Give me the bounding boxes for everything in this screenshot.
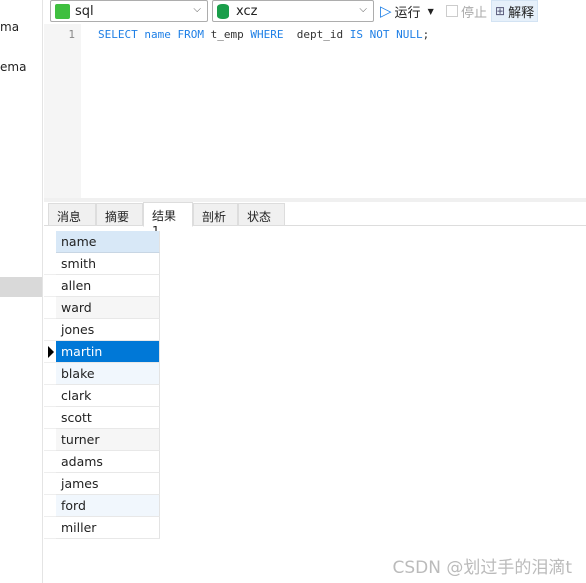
row-indicator <box>44 341 56 363</box>
column-header-name[interactable]: name <box>56 231 160 253</box>
table-row[interactable]: allen <box>44 275 160 297</box>
table-row[interactable]: scott <box>44 407 160 429</box>
cell-name[interactable]: scott <box>56 407 160 429</box>
sql-token: SELECT <box>98 28 138 41</box>
table-row[interactable]: ford <box>44 495 160 517</box>
cell-name[interactable]: martin <box>56 341 160 363</box>
tab-2[interactable]: 结果 1 <box>143 202 193 238</box>
database-value: xcz <box>236 3 258 19</box>
cell-name[interactable]: ford <box>56 495 160 517</box>
tab-0[interactable]: 消息 <box>48 203 96 226</box>
current-row-arrow-icon <box>48 346 54 358</box>
row-indicator <box>44 319 56 341</box>
column-header-row: name <box>44 231 160 253</box>
row-indicator <box>44 385 56 407</box>
row-indicator <box>44 429 56 451</box>
cell-name[interactable]: turner <box>56 429 160 451</box>
sql-token: WHERE <box>250 28 284 41</box>
connection-value: sql <box>75 3 94 19</box>
result-grid[interactable]: name smith allen ward jones martin blake clark… <box>44 231 160 539</box>
table-row[interactable]: ward <box>44 297 160 319</box>
run-label: 运行 <box>394 5 421 21</box>
sql-token: name <box>144 28 171 41</box>
row-indicator <box>44 275 56 297</box>
query-toolbar: sql ⌵ xcz ⌵ ▷ 运行 ▼ 停止 ⊞ 解释 <box>44 0 586 24</box>
table-row[interactable]: jones <box>44 319 160 341</box>
row-indicator <box>44 451 56 473</box>
chevron-down-icon: ⌵ <box>359 4 367 15</box>
row-indicator <box>44 363 56 385</box>
tab-3[interactable]: 剖析 <box>193 203 238 226</box>
row-indicator <box>44 473 56 495</box>
row-indicator <box>44 517 56 539</box>
explain-button[interactable]: ⊞ 解释 <box>491 0 539 22</box>
tab-4[interactable]: 状态 <box>238 203 285 226</box>
play-icon: ▷ <box>380 2 392 20</box>
sql-token: ; <box>422 28 430 41</box>
sidebar-item[interactable]: ema <box>0 60 26 74</box>
stop-label: 停止 <box>461 5 488 21</box>
cell-name[interactable]: blake <box>56 363 160 385</box>
cell-name[interactable]: jones <box>56 319 160 341</box>
cell-name[interactable]: smith <box>56 253 160 275</box>
sql-token: IS <box>349 28 363 41</box>
result-tabs: 消息摘要结果 1剖析状态 <box>44 202 586 238</box>
sql-token: NOT <box>369 28 390 41</box>
sql-token: FROM <box>177 28 205 41</box>
row-indicator <box>44 495 56 517</box>
row-indicator <box>44 253 56 275</box>
stop-button[interactable]: 停止 <box>446 0 487 22</box>
connection-select[interactable]: sql ⌵ <box>50 0 208 22</box>
explain-icon: ⊞ <box>495 4 506 18</box>
cell-name[interactable]: allen <box>56 275 160 297</box>
table-row[interactable]: smith <box>44 253 160 275</box>
object-sidebar: ma ema <box>0 0 43 583</box>
line-number: 1 <box>44 24 81 198</box>
sql-token: NULL <box>396 28 423 41</box>
stop-icon <box>446 5 458 17</box>
table-row[interactable]: turner <box>44 429 160 451</box>
tab-1[interactable]: 摘要 <box>96 203 143 226</box>
cell-name[interactable]: james <box>56 473 160 495</box>
table-row[interactable]: clark <box>44 385 160 407</box>
table-row[interactable]: martin <box>44 341 160 363</box>
sql-editor[interactable]: 1 SELECT name FROM t_emp WHERE dept_id I… <box>44 24 586 198</box>
database-icon <box>217 3 229 19</box>
sql-code[interactable]: SELECT name FROM t_emp WHERE dept_id IS … <box>98 28 429 41</box>
run-button[interactable]: ▷ 运行 ▼ <box>380 0 434 22</box>
row-indicator <box>44 407 56 429</box>
mysql-connection-icon <box>55 3 70 19</box>
row-indicator <box>44 297 56 319</box>
table-row[interactable]: adams <box>44 451 160 473</box>
sql-token: t_emp <box>204 28 251 41</box>
table-row[interactable]: blake <box>44 363 160 385</box>
database-select[interactable]: xcz ⌵ <box>212 0 374 22</box>
cell-name[interactable]: miller <box>56 517 160 539</box>
explain-label: 解释 <box>508 5 535 21</box>
chevron-down-icon: ⌵ <box>193 4 201 15</box>
cell-name[interactable]: adams <box>56 451 160 473</box>
sidebar-selected-item[interactable] <box>0 277 42 297</box>
cell-name[interactable]: clark <box>56 385 160 407</box>
sql-token: dept_id <box>283 28 350 41</box>
table-row[interactable]: james <box>44 473 160 495</box>
caret-down-icon[interactable]: ▼ <box>428 7 434 16</box>
table-row[interactable]: miller <box>44 517 160 539</box>
watermark: CSDN @划过手的泪滴t <box>392 558 572 578</box>
sidebar-item[interactable]: ma <box>0 20 19 34</box>
cell-name[interactable]: ward <box>56 297 160 319</box>
